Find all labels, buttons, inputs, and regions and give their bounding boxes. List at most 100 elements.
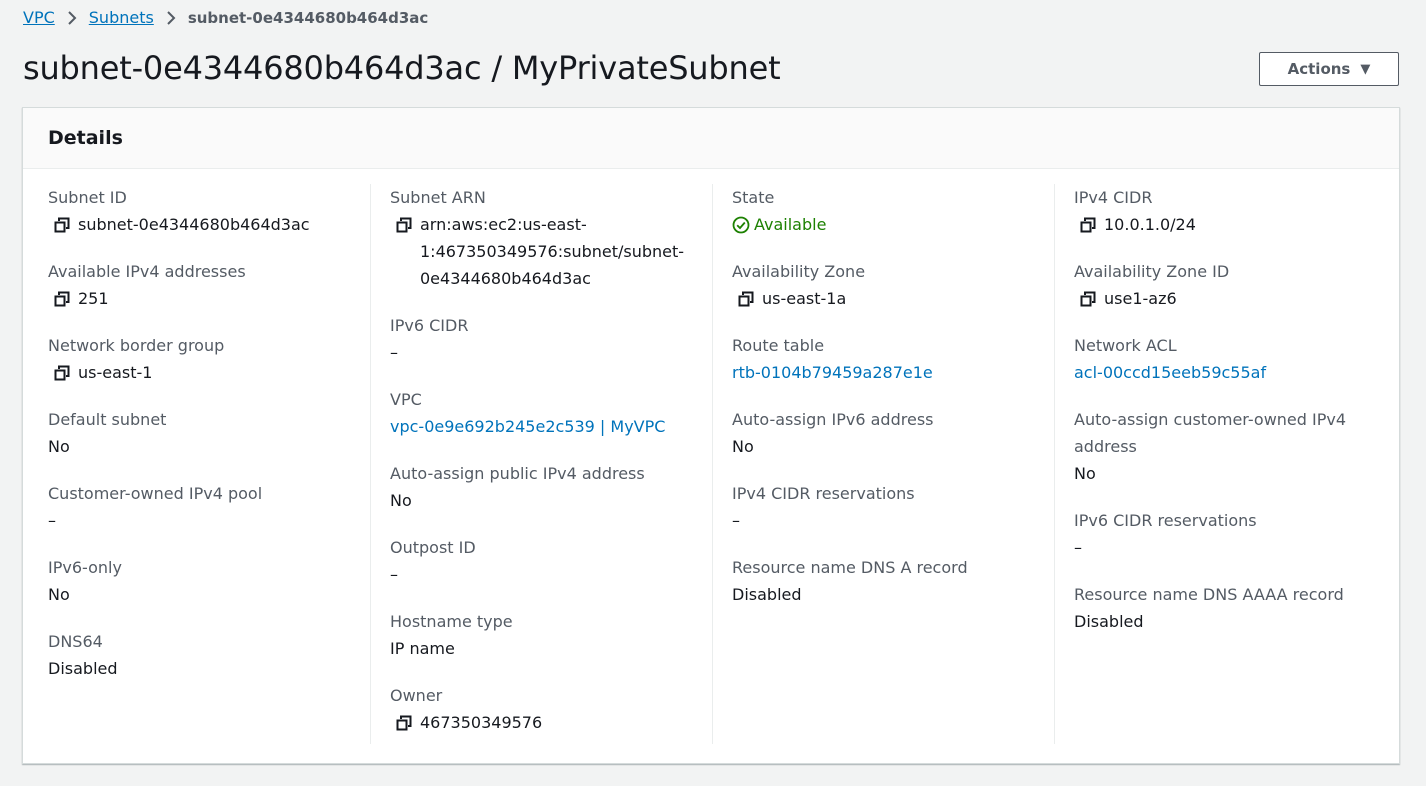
field-vpc: VPC vpc-0e9e692b245e2c539 | MyVPC xyxy=(390,386,710,440)
actions-button[interactable]: Actions ▼ xyxy=(1259,52,1399,86)
copy-icon[interactable] xyxy=(48,211,78,238)
copy-icon[interactable] xyxy=(732,285,762,312)
field-label: Availability Zone ID xyxy=(1074,262,1230,281)
field-label: IPv4 CIDR reservations xyxy=(732,484,915,503)
copy-icon[interactable] xyxy=(1074,211,1104,238)
field-value-row: 10.0.1.0/24 xyxy=(1074,211,1374,238)
field-label: Auto-assign public IPv4 address xyxy=(390,464,645,483)
breadcrumb-link-vpc[interactable]: VPC xyxy=(23,7,55,29)
details-panel: Details Subnet ID subnet-0e4344680b464d3a… xyxy=(22,107,1400,764)
field-value: IP name xyxy=(390,639,455,658)
field-value: – xyxy=(390,343,398,362)
field-label: Availability Zone xyxy=(732,262,866,281)
field-auto-assign-public-ipv4-address: Auto-assign public IPv4 address No xyxy=(390,460,710,514)
field-value-row: Disabled xyxy=(48,655,368,682)
breadcrumb: VPC Subnets subnet-0e4344680b464d3ac xyxy=(23,7,428,29)
copy-icon[interactable] xyxy=(390,709,420,736)
field-value-row: – xyxy=(1074,534,1374,561)
field-label: IPv6-only xyxy=(48,558,122,577)
field-available-ipv4-addresses: Available IPv4 addresses 251 xyxy=(48,258,368,312)
field-value-row: Disabled xyxy=(732,581,1052,608)
field-value: No xyxy=(390,491,412,510)
field-subnet-arn: Subnet ARN arn:aws:ec2:us-east-1:46735034… xyxy=(390,184,710,292)
field-value-row: No xyxy=(732,433,1052,460)
field-network-acl: Network ACL acl-00ccd15eeb59c55af xyxy=(1074,332,1374,386)
details-column-2: Subnet ARN arn:aws:ec2:us-east-1:46735034… xyxy=(390,184,710,756)
field-label: Customer-owned IPv4 pool xyxy=(48,484,263,503)
details-column-1: Subnet ID subnet-0e4344680b464d3ac Availab… xyxy=(48,184,368,702)
field-label: IPv6 CIDR xyxy=(390,316,469,335)
field-label: Subnet ID xyxy=(48,188,127,207)
field-ipv4-cidr: IPv4 CIDR 10.0.1.0/24 xyxy=(1074,184,1374,238)
copy-icon[interactable] xyxy=(48,359,78,386)
field-label: Route table xyxy=(732,336,825,355)
breadcrumb-link-subnets[interactable]: Subnets xyxy=(89,7,154,29)
field-ipv6-only: IPv6-only No xyxy=(48,554,368,608)
field-hostname-type: Hostname type IP name xyxy=(390,608,710,662)
column-divider xyxy=(712,184,713,744)
field-label: Network ACL xyxy=(1074,336,1177,355)
field-value: – xyxy=(732,511,740,530)
field-customer-owned-ipv4-pool: Customer-owned IPv4 pool – xyxy=(48,480,368,534)
page-title: subnet-0e4344680b464d3ac / MyPrivateSubn… xyxy=(23,49,781,87)
field-value-row: – xyxy=(48,507,368,534)
field-label: Auto-assign IPv6 address xyxy=(732,410,934,429)
copy-icon[interactable] xyxy=(48,285,78,312)
field-value: us-east-1 xyxy=(78,363,153,382)
field-value-row: – xyxy=(390,339,710,366)
field-network-border-group: Network border group us-east-1 xyxy=(48,332,368,386)
field-owner: Owner 467350349576 xyxy=(390,682,710,736)
field-value: Disabled xyxy=(732,585,802,604)
field-auto-assign-ipv6-address: Auto-assign IPv6 address No xyxy=(732,406,1052,460)
field-label: State xyxy=(732,188,775,207)
field-value-link[interactable]: vpc-0e9e692b245e2c539 | MyVPC xyxy=(390,413,665,440)
field-value-row: us-east-1 xyxy=(48,359,368,386)
field-label: VPC xyxy=(390,390,422,409)
field-value-row: rtb-0104b79459a287e1e xyxy=(732,359,1052,386)
column-divider xyxy=(370,184,371,744)
field-default-subnet: Default subnet No xyxy=(48,406,368,460)
field-label: Available IPv4 addresses xyxy=(48,262,246,281)
field-value-row: – xyxy=(390,561,710,588)
field-label: IPv4 CIDR xyxy=(1074,188,1153,207)
copy-icon[interactable] xyxy=(1074,285,1104,312)
field-value-link[interactable]: acl-00ccd15eeb59c55af xyxy=(1074,359,1266,386)
field-ipv6-cidr: IPv6 CIDR – xyxy=(390,312,710,366)
field-value: 251 xyxy=(78,289,109,308)
field-value-row: Disabled xyxy=(1074,608,1374,635)
chevron-right-icon xyxy=(166,11,176,25)
field-value-row: 467350349576 xyxy=(390,709,710,736)
breadcrumb-current: subnet-0e4344680b464d3ac xyxy=(187,9,429,27)
field-value: – xyxy=(48,511,56,530)
field-value: No xyxy=(48,437,70,456)
field-outpost-id: Outpost ID – xyxy=(390,534,710,588)
field-value-row: arn:aws:ec2:us-east-1:467350349576:subne… xyxy=(390,211,710,292)
field-label: IPv6 CIDR reservations xyxy=(1074,511,1257,530)
field-auto-assign-customer-owned-ipv4-address: Auto-assign customer-owned IPv4 address N… xyxy=(1074,406,1374,487)
field-value: No xyxy=(732,437,754,456)
details-columns: Subnet ID subnet-0e4344680b464d3ac Availab… xyxy=(23,169,1399,763)
field-value-row: IP name xyxy=(390,635,710,662)
field-label: DNS64 xyxy=(48,632,103,651)
field-value: No xyxy=(48,585,70,604)
field-value: Available xyxy=(754,215,827,234)
details-column-3: State Available Availability Zone us-east-1… xyxy=(732,184,1052,628)
field-availability-zone-id: Availability Zone ID use1-az6 xyxy=(1074,258,1374,312)
field-route-table: Route table rtb-0104b79459a287e1e xyxy=(732,332,1052,386)
field-resource-name-dns-a-record: Resource name DNS A record Disabled xyxy=(732,554,1052,608)
copy-icon[interactable] xyxy=(390,211,420,238)
field-value-row: us-east-1a xyxy=(732,285,1052,312)
chevron-right-icon xyxy=(67,11,77,25)
field-value: arn:aws:ec2:us-east-1:467350349576:subne… xyxy=(420,215,685,288)
field-value: – xyxy=(390,565,398,584)
field-value-link[interactable]: rtb-0104b79459a287e1e xyxy=(732,359,933,386)
actions-button-label: Actions xyxy=(1287,60,1351,78)
caret-down-icon: ▼ xyxy=(1360,61,1371,77)
details-panel-header: Details xyxy=(23,108,1399,169)
field-value-row: No xyxy=(390,487,710,514)
column-divider xyxy=(1054,184,1055,744)
field-label: Default subnet xyxy=(48,410,167,429)
field-label: Resource name DNS AAAA record xyxy=(1074,585,1344,604)
details-column-4: IPv4 CIDR 10.0.1.0/24 Availability Zone ID… xyxy=(1074,184,1374,655)
field-label: Resource name DNS A record xyxy=(732,558,968,577)
